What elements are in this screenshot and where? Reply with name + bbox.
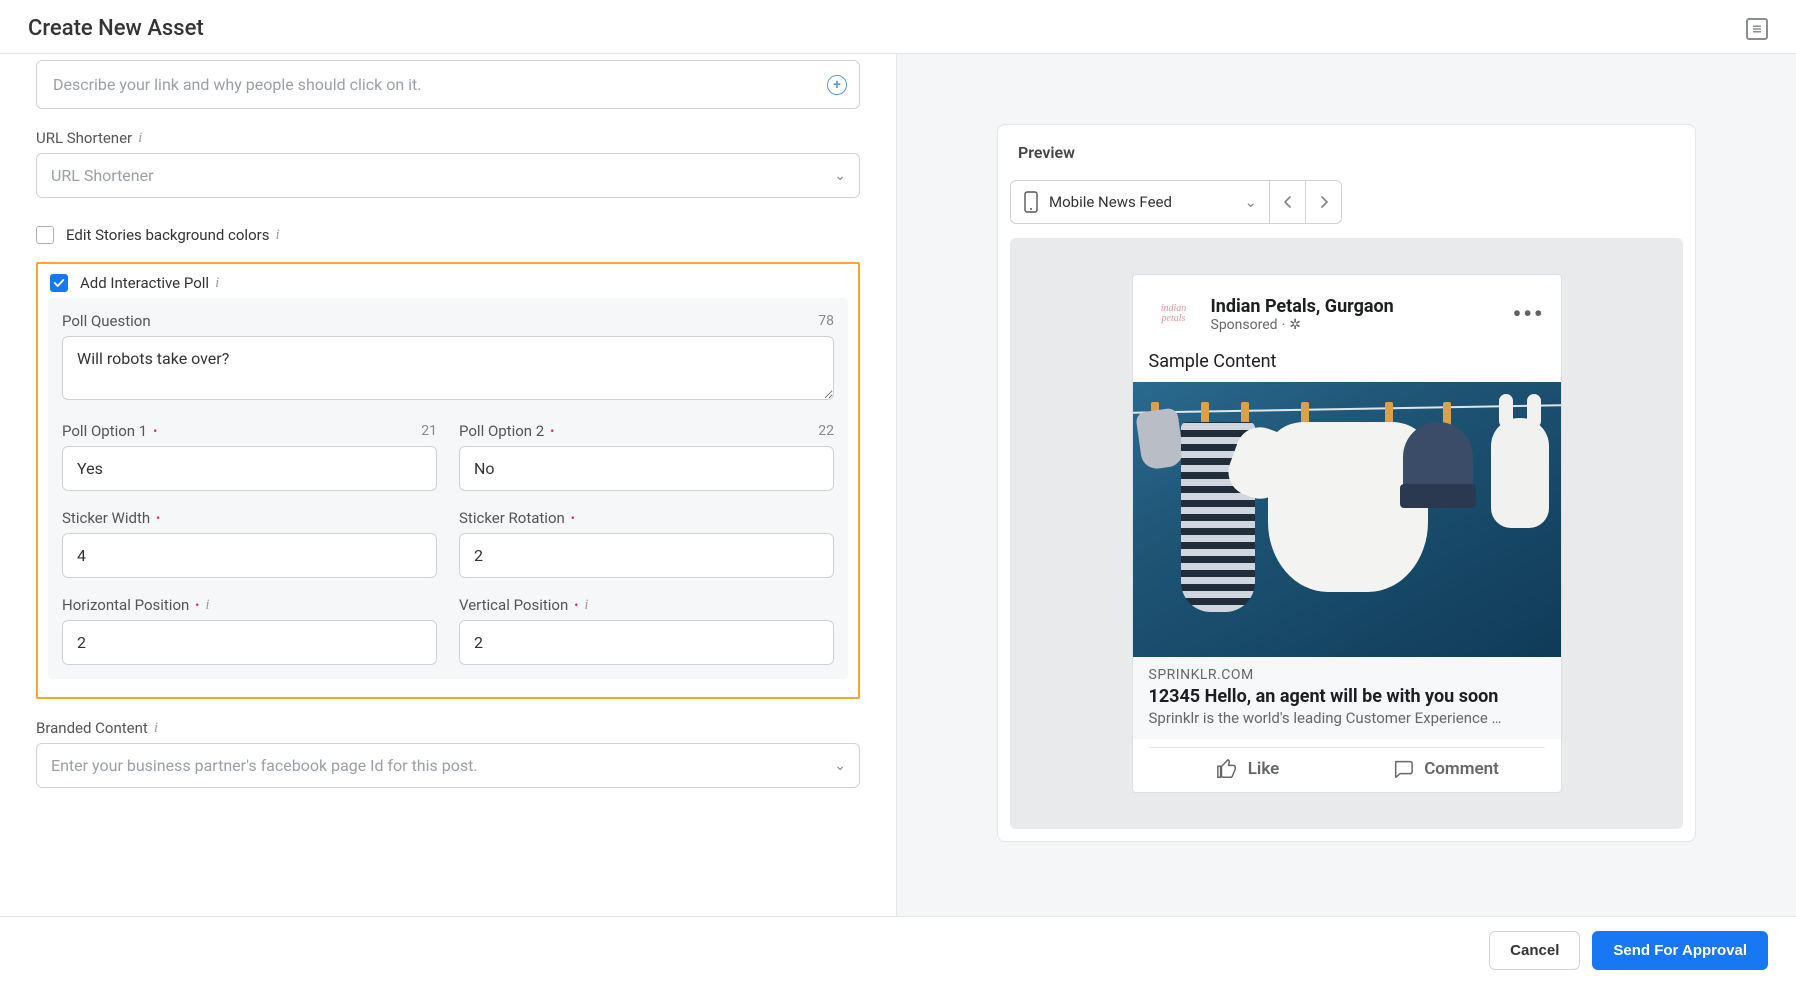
page-name: Indian Petals, Gurgaon [1211, 296, 1501, 317]
horizontal-position-input[interactable] [62, 620, 437, 665]
page-avatar: indianpetals [1149, 289, 1199, 339]
info-icon[interactable]: i [205, 597, 209, 614]
feed-type-label: Mobile News Feed [1049, 193, 1172, 211]
preview-prev-button[interactable] [1270, 180, 1306, 224]
post-image [1133, 382, 1561, 657]
link-description-placeholder: Describe your link and why people should… [53, 75, 421, 94]
link-description: Sprinklr is the world's leading Customer… [1149, 709, 1545, 727]
required-indicator: • [153, 424, 157, 438]
required-indicator: • [195, 598, 199, 612]
sticker-width-input[interactable] [62, 533, 437, 578]
poll-option2-counter: 22 [818, 423, 834, 439]
sticker-rotation-label: Sticker Rotation [459, 509, 565, 527]
poll-question-label: Poll Question [62, 312, 151, 330]
globe-icon: ✲ [1289, 317, 1301, 333]
vertical-position-label: Vertical Position [459, 596, 568, 614]
like-button[interactable]: Like [1149, 758, 1347, 780]
mobile-icon [1023, 191, 1039, 213]
info-icon[interactable]: i [215, 275, 219, 292]
interactive-poll-section: Add Interactive Poll i Poll Question 78 … [36, 262, 860, 699]
required-indicator: • [571, 511, 575, 525]
edit-stories-checkbox[interactable] [36, 226, 54, 244]
post-menu-button[interactable]: ••• [1513, 308, 1545, 320]
branded-content-label: Branded Content [36, 719, 148, 737]
vertical-position-input[interactable] [459, 620, 834, 665]
info-icon[interactable]: i [154, 720, 158, 737]
link-domain: SPRINKLR.COM [1149, 667, 1545, 683]
preview-panel: Preview Mobile News Feed ⌄ [997, 124, 1696, 842]
preview-next-button[interactable] [1306, 180, 1342, 224]
post-body-text: Sample Content [1133, 347, 1561, 382]
link-headline: 12345 Hello, an agent will be with you s… [1149, 686, 1545, 707]
required-indicator: • [550, 424, 554, 438]
preview-title: Preview [1010, 143, 1683, 162]
branded-content-input[interactable] [36, 743, 860, 788]
add-description-icon[interactable]: + [827, 75, 847, 95]
url-shortener-select[interactable]: URL Shortener [36, 153, 860, 198]
sponsored-label: Sponsored [1211, 317, 1278, 333]
comment-icon [1392, 758, 1414, 780]
poll-option1-input[interactable] [62, 446, 437, 491]
edit-stories-label: Edit Stories background colors [66, 226, 269, 244]
send-for-approval-button[interactable]: Send For Approval [1592, 931, 1768, 970]
poll-option1-label: Poll Option 1 [62, 422, 147, 440]
info-icon[interactable]: i [584, 597, 588, 614]
info-icon[interactable]: i [138, 130, 142, 147]
link-description-input[interactable]: Describe your link and why people should… [36, 60, 860, 109]
poll-option1-counter: 21 [421, 423, 437, 439]
page-title: Create New Asset [28, 16, 204, 41]
sticker-rotation-input[interactable] [459, 533, 834, 578]
required-indicator: • [156, 511, 160, 525]
add-poll-label: Add Interactive Poll [80, 274, 209, 292]
feed-type-select[interactable]: Mobile News Feed ⌄ [1010, 180, 1270, 224]
sticker-width-label: Sticker Width [62, 509, 150, 527]
info-icon[interactable]: i [275, 227, 279, 244]
url-shortener-label: URL Shortener i [36, 129, 142, 147]
poll-option2-input[interactable] [459, 446, 834, 491]
poll-question-input[interactable]: Will robots take over? [62, 336, 834, 400]
poll-option2-label: Poll Option 2 [459, 422, 544, 440]
like-icon [1216, 758, 1238, 780]
add-poll-checkbox[interactable] [50, 274, 68, 292]
horizontal-position-label: Horizontal Position [62, 596, 189, 614]
ad-preview-card: indianpetals Indian Petals, Gurgaon Spon… [1132, 274, 1562, 793]
required-indicator: • [574, 598, 578, 612]
comment-button[interactable]: Comment [1347, 758, 1545, 780]
panel-toggle-icon[interactable] [1746, 18, 1768, 40]
chevron-down-icon: ⌄ [1244, 193, 1257, 211]
cancel-button[interactable]: Cancel [1489, 931, 1580, 970]
poll-question-counter: 78 [818, 313, 834, 329]
